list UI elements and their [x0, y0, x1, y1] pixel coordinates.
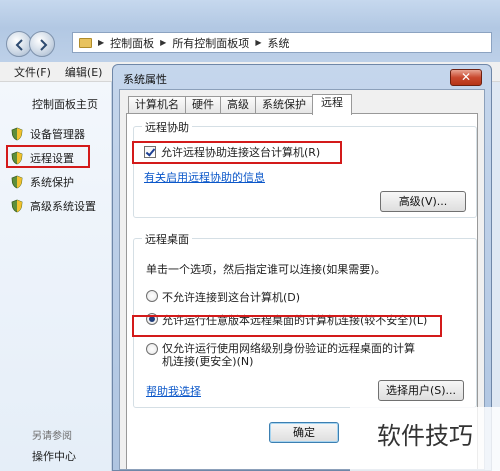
sidebar-item-device-manager[interactable]: 设备管理器 [10, 126, 85, 142]
radio-selected-icon[interactable] [146, 313, 158, 325]
remote-assistance-legend: 远程协助 [142, 119, 192, 135]
remote-desktop-group: 远程桌面 单击一个选项，然后指定谁可以连接(如果需要)。 不允许连接到这台计算机… [133, 231, 477, 408]
tab-advanced[interactable]: 高级 [220, 96, 256, 114]
menu-file[interactable]: 文件(F) [14, 64, 51, 80]
radio-allow-any-version[interactable]: 允许运行任意版本远程桌面的计算机连接(较不安全)(L) [146, 312, 427, 328]
left-task-pane: 控制面板主页 设备管理器 远程设置 系统保护 高级系统设置 另请参阅 操作中心 [0, 82, 112, 471]
radio-icon[interactable] [146, 290, 158, 302]
watermark-badge: 软件技巧 [350, 407, 500, 471]
shield-icon [11, 175, 23, 189]
checkbox-label: 允许远程协助连接这台计算机(R) [161, 146, 321, 159]
advanced-button[interactable]: 高级(V)... [380, 191, 466, 212]
explorer-toolbar: ▶ 控制面板 ▶ 所有控制面板项 ▶ 系统 [0, 0, 500, 62]
arrow-right-icon [40, 39, 48, 51]
allow-remote-assistance-checkbox[interactable]: 允许远程协助连接这台计算机(R) [144, 144, 320, 160]
checkbox-checked-icon[interactable] [144, 146, 156, 158]
sidebar-item-remote-settings[interactable]: 远程设置 [10, 150, 74, 166]
menu-edit[interactable]: 编辑(E) [65, 64, 103, 80]
shield-icon [11, 199, 23, 213]
sidebar-item-label: 高级系统设置 [30, 200, 96, 213]
breadcrumb-system[interactable]: 系统 [267, 35, 289, 51]
radio-do-not-allow[interactable]: 不允许连接到这台计算机(D) [146, 289, 300, 305]
address-bar[interactable]: ▶ 控制面板 ▶ 所有控制面板项 ▶ 系统 [72, 32, 492, 53]
radio-allow-nla-only[interactable]: 仅允许运行使用网络级别身份验证的远程桌面的计算机连接(更安全)(N) [146, 342, 422, 368]
close-icon: ✕ [460, 70, 472, 84]
radio-label: 不允许连接到这台计算机(D) [162, 291, 301, 304]
sidebar-item-label: 远程设置 [30, 152, 74, 165]
tab-hardware[interactable]: 硬件 [185, 96, 221, 114]
sidebar-item-advanced-settings[interactable]: 高级系统设置 [10, 198, 96, 214]
arrow-left-icon [15, 39, 23, 51]
forward-button[interactable] [29, 31, 55, 57]
chevron-right-icon[interactable]: ▶ [255, 38, 261, 47]
radio-label: 仅允许运行使用网络级别身份验证的远程桌面的计算机连接(更安全)(N) [162, 342, 415, 368]
control-panel-home-link[interactable]: 控制面板主页 [32, 96, 98, 112]
breadcrumb-all-items[interactable]: 所有控制面板项 [172, 35, 249, 51]
remote-desktop-description: 单击一个选项，然后指定谁可以连接(如果需要)。 [146, 263, 386, 276]
tab-computer-name[interactable]: 计算机名 [128, 96, 186, 114]
tab-remote[interactable]: 远程 [312, 94, 352, 115]
remote-desktop-legend: 远程桌面 [142, 231, 192, 247]
close-button[interactable]: ✕ [450, 69, 482, 86]
dialog-title: 系统属性 [123, 73, 167, 86]
tab-system-protection[interactable]: 系统保护 [255, 96, 313, 114]
remote-assistance-group: 远程协助 允许远程协助连接这台计算机(R) 有关启用远程协助的信息 高级(V).… [133, 119, 477, 218]
shield-icon [11, 127, 23, 141]
remote-assistance-info-link[interactable]: 有关启用远程协助的信息 [144, 169, 265, 185]
sidebar-item-label: 设备管理器 [30, 128, 85, 141]
radio-label: 允许运行任意版本远程桌面的计算机连接(较不安全)(L) [162, 314, 428, 327]
see-also-heading: 另请参阅 [32, 431, 72, 442]
sidebar-item-label: 系统保护 [30, 176, 74, 189]
chevron-right-icon[interactable]: ▶ [160, 38, 166, 47]
tab-strip: 计算机名 硬件 高级 系统保护 远程 [128, 94, 352, 115]
breadcrumb-control-panel[interactable]: 控制面板 [110, 35, 154, 51]
action-center-link[interactable]: 操作中心 [32, 448, 76, 464]
shield-icon [11, 151, 23, 165]
select-users-button[interactable]: 选择用户(S)... [378, 380, 464, 401]
chevron-right-icon: ▶ [98, 38, 105, 47]
ok-button[interactable]: 确定 [269, 422, 339, 443]
help-me-choose-link[interactable]: 帮助我选择 [146, 383, 201, 399]
sidebar-item-system-protection[interactable]: 系统保护 [10, 174, 74, 190]
folder-icon [79, 37, 92, 48]
radio-icon[interactable] [146, 343, 158, 355]
